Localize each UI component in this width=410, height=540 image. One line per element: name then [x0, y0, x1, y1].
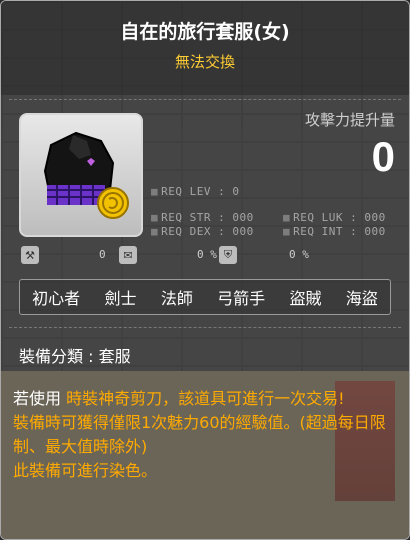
job-list: 初心者 劍士 法師 弓箭手 盜賊 海盜 — [19, 279, 391, 315]
desc-dye: 此裝備可進行染色。 — [13, 461, 158, 480]
bullet-icon: ■ — [151, 225, 159, 238]
scroll-icon: ✉ — [119, 246, 137, 264]
divider-middle — [9, 327, 401, 329]
outfit-icon — [43, 131, 129, 219]
trade-status: 無法交換 — [174, 53, 235, 71]
job-warrior: 劍士 — [104, 289, 137, 308]
shield-icon: ⛨ — [219, 246, 237, 264]
stat-shield-value: 0 % — [289, 248, 309, 261]
upgrade-icon: ⚒ — [21, 246, 39, 264]
job-magician: 法師 — [160, 289, 193, 308]
req-str: ■ REQ STR : 000 — [151, 211, 254, 224]
item-name: 自在的旅行套服(女) — [120, 21, 290, 43]
job-beginner: 初心者 — [32, 289, 81, 308]
desc-prefix: 若使用 — [13, 389, 67, 408]
attack-increase-label: 攻擊力提升量 — [304, 111, 395, 129]
item-tooltip: 自在的旅行套服(女) 無法交換 攻擊力提升量 0 ■ REQ LEV : 0 ■ R… — [0, 0, 410, 540]
desc-charm-exp: 裝備時可獲得僅限1次魅力60的經驗值。(超過每日限制、最大值時除外) — [13, 413, 386, 456]
bullet-icon: ■ — [151, 211, 159, 224]
stat-upgrade-value: 0 — [99, 248, 106, 261]
bullet-icon: ■ — [283, 225, 291, 238]
req-dex: ■ REQ DEX : 000 — [151, 225, 254, 238]
tooltip-header — [1, 1, 409, 95]
attack-increase-value: 0 — [371, 133, 395, 180]
bullet-icon: ■ — [283, 211, 291, 224]
job-pirate: 海盜 — [345, 289, 378, 308]
divider-top — [9, 99, 401, 101]
req-int: ■ REQ INT : 000 — [283, 225, 386, 238]
equipment-category: 裝備分類 : 套服 — [19, 347, 131, 366]
req-luk: ■ REQ LUK : 000 — [283, 211, 386, 224]
bullet-icon: ■ — [151, 185, 159, 198]
req-lev: ■ REQ LEV : 0 — [151, 185, 240, 198]
description-text: 若使用 時裝神奇剪刀，該道具可進行一次交易! 裝備時可獲得僅限1次魅力60的經驗… — [13, 387, 399, 483]
job-thief: 盜賊 — [289, 289, 322, 308]
stat-scroll-value: 0 % — [197, 248, 217, 261]
stats-row: ⚒ 0 ✉ 0 % ⛨ 0 % — [15, 245, 399, 267]
item-icon-frame — [19, 113, 143, 237]
desc-scissors-note: 時裝神奇剪刀，該道具可進行一次交易! — [66, 389, 345, 408]
job-bowman: 弓箭手 — [217, 289, 266, 308]
